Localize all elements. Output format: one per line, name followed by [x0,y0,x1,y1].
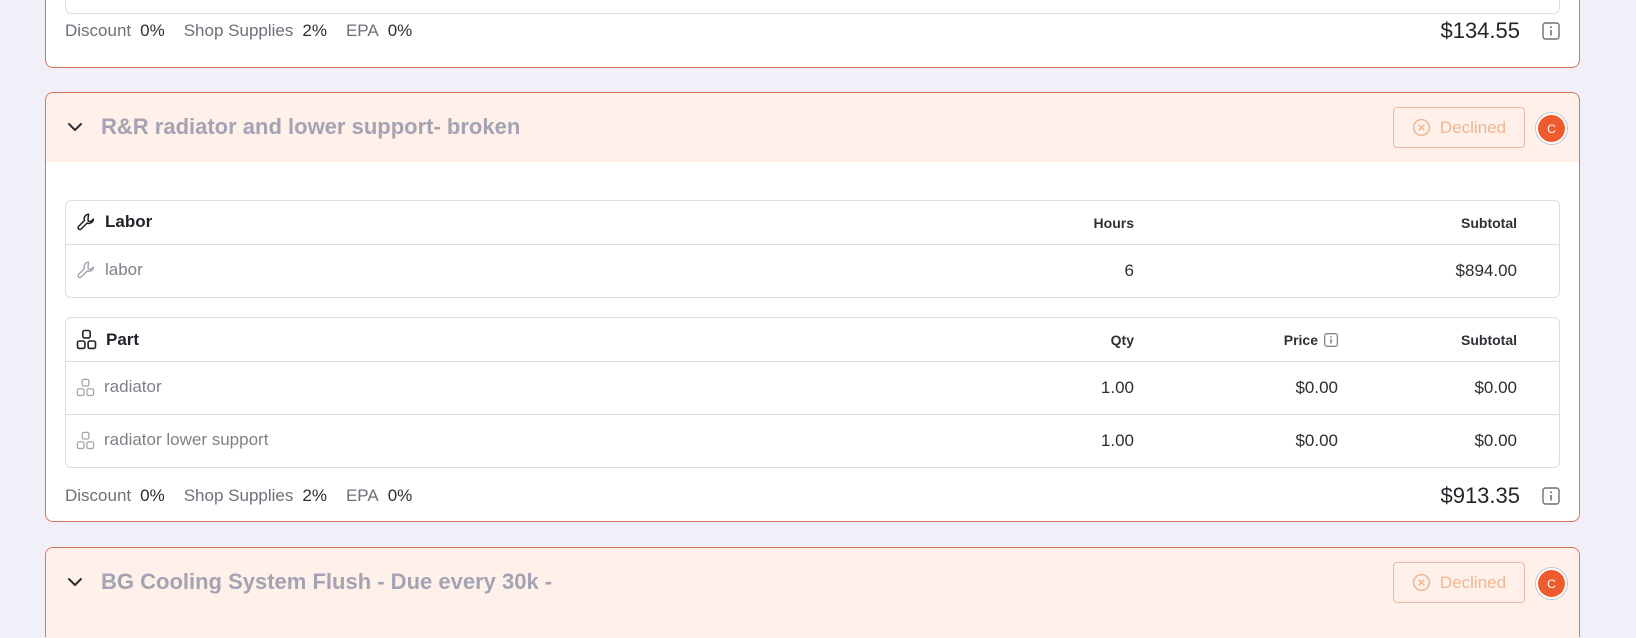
info-icon[interactable] [1542,487,1560,505]
service-title: BG Cooling System Flush - Due every 30k … [101,569,553,594]
card-header[interactable]: BG Cooling System Flush - Due every 30k … [46,548,1579,638]
parts-header-row: Part Qty Price Subtotal [66,318,1559,361]
part-subtotal: $0.00 [1474,378,1517,397]
service-card-next: BG Cooling System Flush - Due every 30k … [45,547,1580,638]
parts-icon [76,431,95,449]
card-total: $913.35 [1440,483,1520,508]
card-total: $134.55 [1440,18,1520,43]
wrench-icon [77,261,95,279]
labor-hours: 6 [1124,261,1134,280]
part-subtotal: $0.00 [1474,431,1517,450]
table-row[interactable]: radiator 1.00 $0.00 $0.00 [66,361,1559,414]
part-name: radiator [104,377,162,396]
declined-button[interactable]: Declined [1393,562,1525,603]
labor-section-title: Labor [105,212,153,231]
part-price: $0.00 [1295,378,1338,397]
labor-subtotal: $894.00 [1455,261,1517,280]
service-card: R&R radiator and lower support- broken D… [45,92,1580,522]
price-column-header: Price [1284,332,1338,348]
hours-column-header: Hours [1093,215,1134,231]
discount-fee: Discount 0% [65,486,165,505]
chevron-down-icon[interactable] [66,573,84,591]
avatar[interactable]: C [1538,570,1565,597]
parts-icon [76,329,97,350]
epa-fee: EPA 0% [345,21,413,40]
service-title: R&R radiator and lower support- broken [101,114,521,139]
parts-icon [76,378,95,396]
x-circle-icon [1412,118,1431,137]
subtotal-column-header: Subtotal [1461,332,1517,348]
shop-supplies-fee: Shop Supplies 2% [183,21,327,40]
qty-column-header: Qty [1110,332,1134,348]
part-name: radiator lower support [104,430,269,449]
info-icon[interactable] [1324,333,1338,347]
card-footer: Discount 0% Shop Supplies 2% EPA 0% $913… [65,481,1560,511]
labor-table: Labor Hours Subtotal labor 6 $894.00 [65,200,1560,298]
service-card-previous: Discount 0% Shop Supplies 2% EPA 0% $134… [45,0,1580,68]
table-row[interactable]: labor 6 $894.00 [66,244,1559,297]
x-circle-icon [1412,573,1431,592]
epa-fee: EPA 0% [345,486,413,505]
labor-header-row: Labor Hours Subtotal [66,201,1559,244]
info-icon[interactable] [1542,22,1560,40]
table-row[interactable]: radiator lower support 1.00 $0.00 $0.00 [66,414,1559,467]
parts-section-title: Part [106,329,140,349]
chevron-down-icon[interactable] [66,118,84,136]
discount-fee: Discount 0% [65,21,165,40]
shop-supplies-fee: Shop Supplies 2% [183,486,327,505]
wrench-icon [77,213,95,231]
part-qty: 1.00 [1100,378,1134,397]
parts-table: Part Qty Price Subtotal radiator 1.00 $0… [65,317,1560,468]
subtotal-column-header: Subtotal [1461,215,1517,231]
card-footer: Discount 0% Shop Supplies 2% EPA 0% $134… [65,16,1560,46]
part-qty: 1.00 [1100,431,1134,450]
labor-name: labor [105,260,143,279]
table-stub [65,0,1560,14]
part-price: $0.00 [1295,431,1338,450]
declined-button[interactable]: Declined [1393,107,1525,148]
avatar[interactable]: C [1538,115,1565,142]
card-header[interactable]: R&R radiator and lower support- broken D… [46,93,1579,162]
